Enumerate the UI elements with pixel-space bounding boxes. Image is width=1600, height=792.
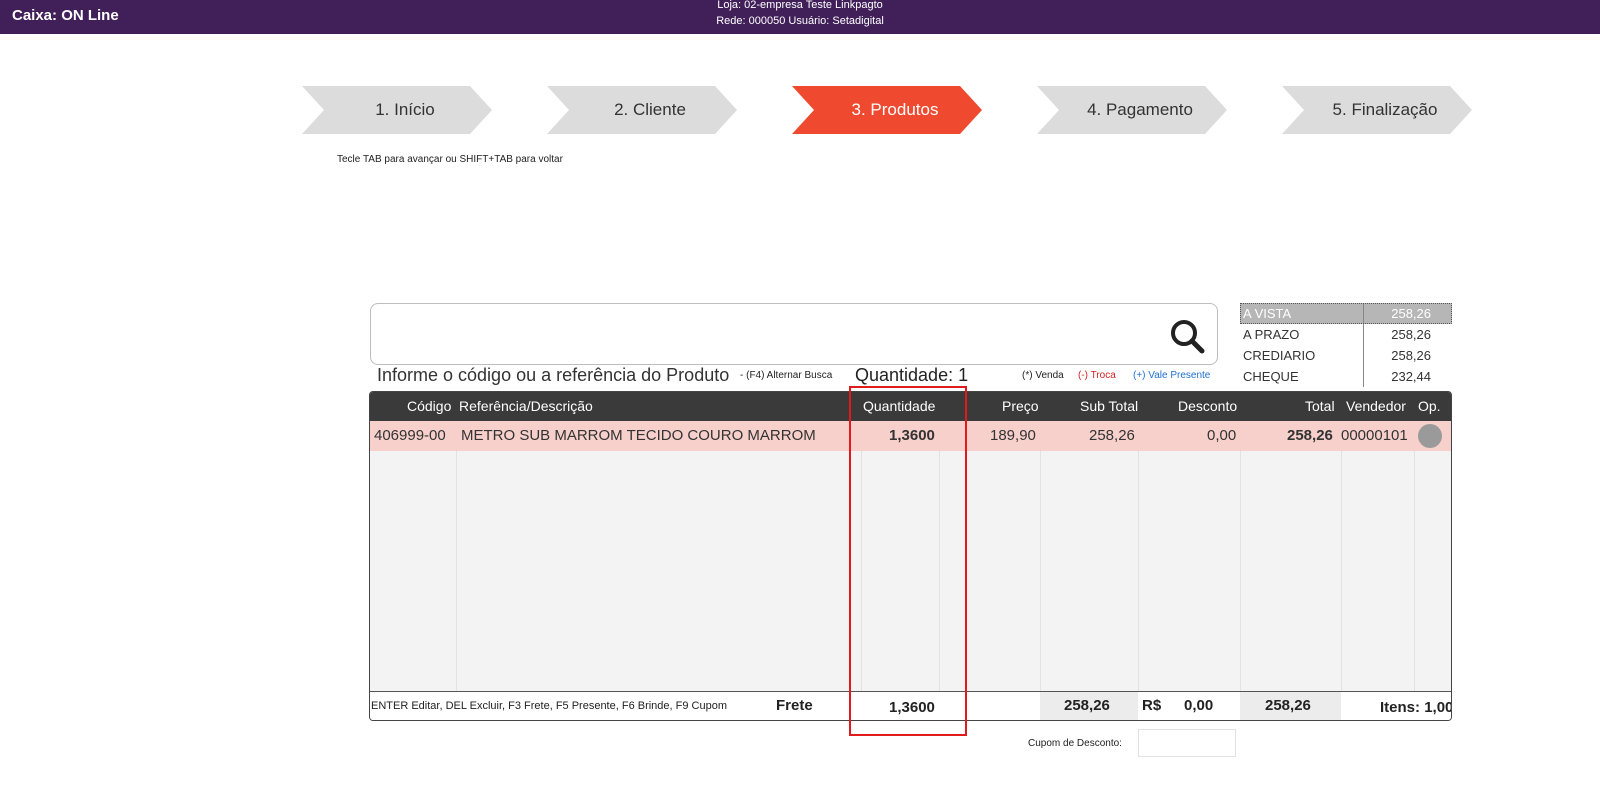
header-op[interactable]: Op. xyxy=(1418,398,1441,414)
step-pagamento[interactable]: 4. Pagamento xyxy=(1037,86,1227,134)
row-options-button[interactable] xyxy=(1418,424,1442,448)
price-name: A PRAZO xyxy=(1240,324,1364,345)
price-row-cheque[interactable]: CHEQUE 232,44 xyxy=(1240,366,1452,387)
cupom-input[interactable] xyxy=(1138,729,1236,757)
product-search-box xyxy=(370,303,1218,365)
cell-vendedor: 00000101 xyxy=(1341,427,1408,444)
search-label: Informe o código ou a referência do Prod… xyxy=(377,365,730,385)
price-value: 258,26 xyxy=(1391,348,1431,363)
price-value: 258,26 xyxy=(1391,327,1431,342)
cell-desconto: 0,00 xyxy=(1207,427,1237,444)
shortcut-hints: ENTER Editar, DEL Excluir, F3 Frete, F5 … xyxy=(371,700,728,712)
step-cliente[interactable]: 2. Cliente xyxy=(547,86,737,134)
itens-label: Itens: xyxy=(1380,699,1421,716)
price-name: A VISTA xyxy=(1240,303,1364,324)
header-total[interactable]: Total xyxy=(1305,398,1335,414)
price-name: CHEQUE xyxy=(1240,366,1364,387)
price-value: 258,26 xyxy=(1391,306,1431,321)
store-info: Loja: 02-empresa Teste Linkpagto Rede: 0… xyxy=(0,0,1600,29)
cell-preco: 189,90 xyxy=(990,427,1036,444)
legend-venda: (*) Venda xyxy=(1022,370,1064,381)
column-divider xyxy=(1414,421,1415,691)
column-divider xyxy=(1240,421,1241,691)
cell-total: 258,26 xyxy=(1287,427,1333,444)
column-divider xyxy=(456,421,457,691)
wizard-steps: 1. Início 2. Cliente 3. Produtos 4. Paga… xyxy=(0,86,1600,134)
top-bar: Caixa: ON Line Loja: 02-empresa Teste Li… xyxy=(0,0,1600,34)
price-row-a-prazo[interactable]: A PRAZO 258,26 xyxy=(1240,324,1452,345)
legend-troca: (-) Troca xyxy=(1078,370,1116,381)
legend-vale-presente: (+) Vale Presente xyxy=(1133,370,1211,381)
header-subtotal[interactable]: Sub Total xyxy=(1080,398,1138,414)
header-codigo[interactable]: Código xyxy=(407,398,451,414)
product-search-input[interactable] xyxy=(381,314,1141,354)
search-icon[interactable] xyxy=(1169,318,1205,354)
cell-subtotal: 258,26 xyxy=(1089,427,1135,444)
frete-label[interactable]: Frete xyxy=(776,697,813,714)
column-divider xyxy=(1341,421,1342,691)
price-name: CREDIARIO xyxy=(1240,345,1364,366)
toggle-search-hint[interactable]: - (F4) Alternar Busca xyxy=(740,370,832,381)
price-table: A VISTA 258,26 A PRAZO 258,26 CREDIARIO … xyxy=(1240,303,1452,387)
cell-descricao: METRO SUB MARROM TECIDO COURO MARROM xyxy=(461,427,816,444)
footer-currency: R$ xyxy=(1142,697,1162,714)
step-produtos[interactable]: 3. Produtos xyxy=(792,86,982,134)
cupom-label: Cupom de Desconto: xyxy=(1028,738,1122,749)
price-row-crediario[interactable]: CREDIARIO 258,26 xyxy=(1240,345,1452,366)
price-row-a-vista[interactable]: A VISTA 258,26 xyxy=(1240,303,1452,324)
cell-codigo: 406999-00 xyxy=(374,427,446,444)
quantity-highlight-annotation xyxy=(849,386,967,736)
column-divider xyxy=(1040,421,1041,691)
loja-label: Loja: 02-empresa Teste Linkpagto xyxy=(717,0,883,11)
navigation-hint: Tecle TAB para avançar ou SHIFT+TAB para… xyxy=(337,154,563,165)
step-inicio[interactable]: 1. Início xyxy=(302,86,492,134)
quantity-label: Quantidade: 1 xyxy=(855,365,969,385)
itens-value: 1,00 xyxy=(1424,699,1452,716)
rede-label: Rede: 000050 Usuário: Setadigital xyxy=(716,15,884,27)
footer-subtotal: 258,26 xyxy=(1064,697,1110,714)
step-finalizacao[interactable]: 5. Finalização xyxy=(1282,86,1472,134)
itens-count: Itens: 1,00 xyxy=(1380,699,1452,716)
header-desconto[interactable]: Desconto xyxy=(1178,398,1237,414)
header-vendedor[interactable]: Vendedor xyxy=(1346,398,1406,414)
footer-desconto: 0,00 xyxy=(1184,697,1214,714)
price-value: 232,44 xyxy=(1391,369,1431,384)
column-divider xyxy=(1138,421,1139,691)
header-preco[interactable]: Preço xyxy=(1002,398,1039,414)
header-descricao[interactable]: Referência/Descrição xyxy=(459,398,593,414)
footer-total: 258,26 xyxy=(1265,697,1311,714)
